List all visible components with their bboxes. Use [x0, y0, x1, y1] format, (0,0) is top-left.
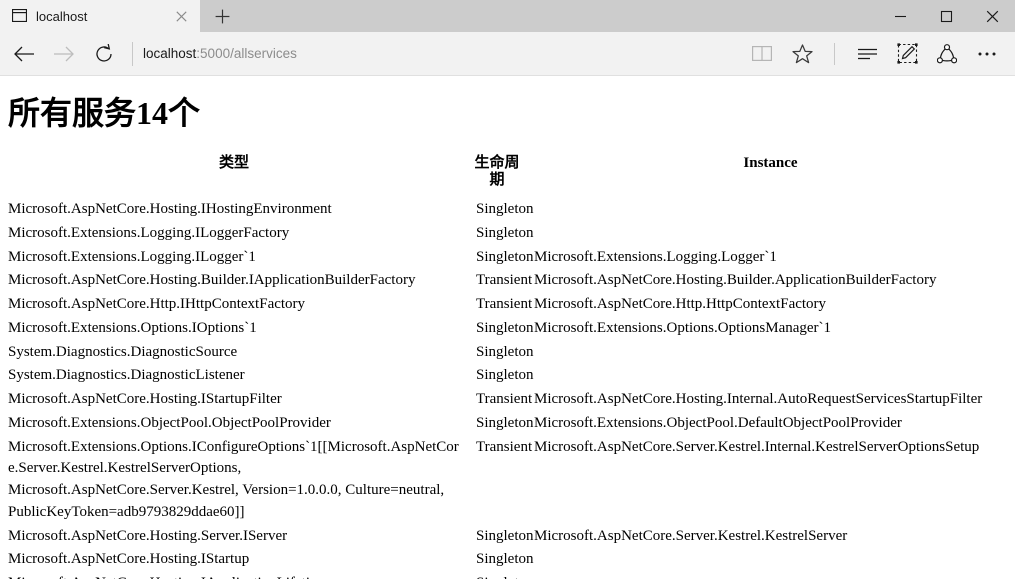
page-content: 所有服务14个 类型 生命周期 Instance Microsoft.AspNe…: [0, 76, 1015, 579]
tab-title: localhost: [36, 8, 88, 24]
web-note-icon[interactable]: [887, 34, 927, 74]
cell-lifetime: Singleton: [476, 343, 534, 360]
back-icon[interactable]: [4, 34, 44, 74]
cell-instance: [526, 572, 1015, 579]
cell-instance: Microsoft.Extensions.Options.OptionsMana…: [534, 319, 832, 336]
cell-lifetime: Transient: [476, 296, 533, 313]
share-icon[interactable]: [927, 34, 967, 74]
cell-instance: Microsoft.Extensions.ObjectPool.DefaultO…: [534, 414, 902, 431]
tab-strip: localhost: [0, 0, 1015, 32]
table-row: System.Diagnostics.DiagnosticListener Sin…: [0, 364, 1015, 388]
window-controls: [877, 0, 1015, 32]
table-header: 类型 生命周期 Instance: [0, 155, 1015, 198]
table-row: Microsoft.AspNetCore.Hosting.Builder.IAp…: [0, 269, 1015, 293]
url-path: :5000/allservices: [196, 46, 297, 61]
cell-type: Microsoft.AspNetCore.Hosting.IStartupFil…: [8, 391, 282, 408]
cell-type: Microsoft.AspNetCore.Hosting.IHostingEnv…: [8, 201, 332, 218]
close-icon[interactable]: [168, 3, 194, 29]
table-row: Microsoft.Extensions.Options.IConfigureO…: [0, 436, 1015, 525]
browser-tab[interactable]: localhost: [0, 0, 200, 32]
cell-instance: Microsoft.AspNetCore.Hosting.Internal.Au…: [534, 391, 983, 408]
cell-lifetime: Transient: [476, 438, 533, 455]
browser-window: localhost localhost:5000/allservices 所有…: [0, 0, 1015, 579]
cell-type: Microsoft.Extensions.Options.IOptions`1: [8, 319, 257, 336]
cell-instance: Microsoft.AspNetCore.Http.HttpContextFac…: [534, 296, 827, 313]
page-title: 所有服务14个: [8, 95, 201, 131]
cell-type: System.Diagnostics.DiagnosticSource: [8, 343, 238, 360]
minimize-icon[interactable]: [877, 0, 923, 32]
table-row: Microsoft.AspNetCore.Hosting.IStartup Sin…: [0, 548, 1015, 572]
table-row: Microsoft.Extensions.Logging.ILoggerFact…: [0, 222, 1015, 246]
cell-instance: [526, 364, 1015, 388]
cell-lifetime: Singleton: [476, 367, 534, 384]
cell-type: Microsoft.AspNetCore.Http.IHttpContextFa…: [8, 296, 306, 313]
column-header-instance: Instance: [743, 154, 798, 171]
refresh-icon[interactable]: [84, 34, 124, 74]
cell-instance: Microsoft.Extensions.Logging.Logger`1: [534, 248, 777, 265]
cell-lifetime: Singleton: [476, 551, 534, 568]
cell-type: Microsoft.AspNetCore.Hosting.IStartup: [8, 551, 250, 568]
forward-icon[interactable]: [44, 34, 84, 74]
cell-type: Microsoft.Extensions.ObjectPool.ObjectPo…: [8, 414, 331, 431]
tab-strip-spacer: [244, 0, 877, 32]
table-row: Microsoft.Extensions.ObjectPool.ObjectPo…: [0, 412, 1015, 436]
navigation-bar: localhost:5000/allservices: [0, 32, 1015, 76]
table-row: Microsoft.AspNetCore.Hosting.Server.ISer…: [0, 525, 1015, 549]
cell-instance: [526, 222, 1015, 246]
cell-lifetime: Transient: [476, 391, 533, 408]
cell-lifetime: Singleton: [476, 224, 534, 241]
toolbar-actions: [742, 34, 1007, 74]
cell-type: Microsoft.Extensions.Options.IConfigureO…: [8, 438, 459, 520]
cell-lifetime: Singleton: [476, 414, 534, 431]
reading-view-icon[interactable]: [742, 34, 782, 74]
cell-type: Microsoft.Extensions.Logging.ILogger`1: [8, 248, 256, 265]
close-window-icon[interactable]: [969, 0, 1015, 32]
cell-instance: Microsoft.AspNetCore.Server.Kestrel.Kest…: [534, 527, 848, 544]
table-header-row: 类型 生命周期 Instance: [0, 155, 1015, 198]
table-row: Microsoft.AspNetCore.Http.IHttpContextFa…: [0, 293, 1015, 317]
cell-lifetime: Singleton: [476, 248, 534, 265]
url-host: localhost: [143, 46, 197, 61]
cell-instance: Microsoft.AspNetCore.Hosting.Builder.App…: [534, 272, 937, 289]
cell-type: Microsoft.AspNetCore.Hosting.Server.ISer…: [8, 527, 288, 544]
cell-lifetime: Singleton: [468, 572, 534, 579]
new-tab-button[interactable]: [200, 0, 244, 32]
maximize-icon[interactable]: [923, 0, 969, 32]
favorites-star-icon[interactable]: [782, 34, 822, 74]
table-row: Microsoft.Extensions.Options.IOptions`1 S…: [0, 317, 1015, 341]
more-options-icon[interactable]: [967, 34, 1007, 74]
cell-instance: [526, 341, 1015, 365]
cell-instance: Microsoft.AspNetCore.Server.Kestrel.Inte…: [534, 438, 980, 455]
hub-icon[interactable]: [847, 34, 887, 74]
column-header-type: 类型: [218, 154, 249, 171]
cell-lifetime: Transient: [476, 272, 533, 289]
cell-instance: [526, 548, 1015, 572]
cell-instance: [526, 198, 1015, 222]
cell-lifetime: Singleton: [476, 201, 534, 218]
window-icon: [12, 9, 28, 23]
table-row: Microsoft.AspNetCore.Hosting.IStartupFil…: [0, 388, 1015, 412]
cell-type: Microsoft.AspNetCore.Hosting.Builder.IAp…: [8, 272, 416, 289]
toolbar-divider: [834, 42, 835, 65]
services-table: 类型 生命周期 Instance Microsoft.AspNetCore.Ho…: [0, 155, 1015, 579]
cell-type: Microsoft.AspNetCore.Hosting.IApplicatio…: [0, 572, 468, 579]
table-row: System.Diagnostics.DiagnosticSource Singl…: [0, 341, 1015, 365]
table-body: Microsoft.AspNetCore.Hosting.IHostingEnv…: [0, 198, 1015, 579]
address-bar[interactable]: localhost:5000/allservices: [143, 34, 742, 74]
table-row: Microsoft.AspNetCore.Hosting.IApplicatio…: [0, 572, 1015, 579]
cell-lifetime: Singleton: [476, 527, 534, 544]
column-header-lifetime: 生命周期: [474, 154, 520, 189]
cell-lifetime: Singleton: [476, 319, 534, 336]
nav-divider: [132, 41, 133, 66]
table-row: Microsoft.Extensions.Logging.ILogger`1 Si…: [0, 246, 1015, 270]
table-row: Microsoft.AspNetCore.Hosting.IHostingEnv…: [0, 198, 1015, 222]
cell-type: Microsoft.Extensions.Logging.ILoggerFact…: [8, 224, 290, 241]
cell-type: System.Diagnostics.DiagnosticListener: [8, 367, 245, 384]
